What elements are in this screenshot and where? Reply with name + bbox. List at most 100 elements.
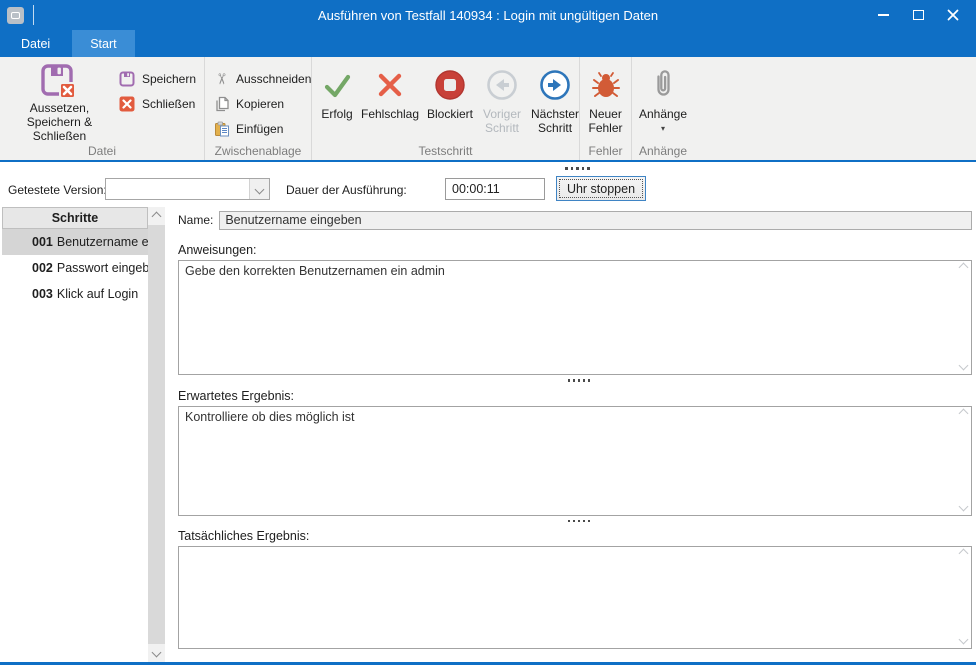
tested-version-label: Getestete Version:: [8, 183, 107, 197]
copy-label: Kopieren: [236, 97, 284, 111]
window-controls: [870, 4, 976, 26]
scroll-down-icon[interactable]: [152, 648, 162, 658]
minimize-button[interactable]: [870, 4, 896, 26]
save-icon: [119, 71, 136, 88]
splitter-grip-top[interactable]: [565, 167, 590, 170]
steps-column-header[interactable]: Schritte: [2, 207, 148, 229]
actual-result-textarea[interactable]: [178, 546, 972, 649]
paperclip-icon: [648, 63, 678, 107]
step-label: Klick auf Login: [57, 287, 138, 301]
ribbon-group-testschritt: Erfolg Fehlschlag Blockiert: [312, 57, 580, 160]
minimize-icon: [878, 14, 889, 16]
paste-button[interactable]: Einfügen: [209, 118, 315, 140]
group-label-anhaenge: Anhänge: [632, 144, 694, 158]
ribbon: Aussetzen, Speichern & Schließen Speiche…: [0, 57, 976, 162]
save-close-icon: [40, 63, 78, 101]
new-error-button[interactable]: Neuer Fehler: [584, 61, 627, 141]
chevron-down-icon: [255, 184, 265, 194]
close-ribbon-button[interactable]: Schließen: [115, 93, 200, 115]
scrollbar-thumb[interactable]: [148, 225, 165, 644]
ribbon-group-anhaenge: Anhänge ▾ Anhänge: [632, 57, 694, 160]
step-name-input[interactable]: [219, 211, 972, 230]
close-label: Schließen: [142, 97, 195, 111]
fail-label: Fehlschlag: [361, 107, 419, 121]
attachments-button[interactable]: Anhänge ▾: [636, 61, 690, 141]
step-number: 002: [32, 261, 53, 275]
new-error-label: Neuer Fehler: [584, 107, 627, 135]
paste-icon: [213, 121, 230, 138]
tab-start[interactable]: Start: [72, 30, 134, 57]
copy-icon: [213, 96, 230, 113]
group-label-datei: Datei: [0, 144, 204, 158]
suspend-save-close-button[interactable]: Aussetzen, Speichern & Schließen: [4, 61, 115, 141]
close-icon: [947, 9, 959, 21]
pass-label: Erfolg: [321, 107, 352, 121]
datei-small-buttons: Speichern Schließen: [115, 61, 200, 115]
save-label: Speichern: [142, 72, 196, 86]
fail-button[interactable]: Fehlschlag: [358, 61, 422, 141]
ribbon-group-fehler: Neuer Fehler Fehler: [580, 57, 632, 160]
main-area: Schritte 001 Benutzername eingeben 002 P…: [0, 207, 976, 662]
arrow-left-circle-icon: [486, 63, 518, 107]
name-label: Name:: [178, 213, 213, 227]
stop-clock-button[interactable]: Uhr stoppen: [556, 176, 646, 201]
previous-step-button[interactable]: Voriger Schritt: [478, 61, 526, 141]
step-number: 003: [32, 287, 53, 301]
expected-result-textarea[interactable]: [178, 406, 972, 516]
group-label-testschritt: Testschritt: [312, 144, 579, 158]
scroll-up-icon[interactable]: [152, 212, 162, 222]
actual-field-wrap: [178, 546, 972, 649]
splitter-grip-instructions[interactable]: [568, 379, 590, 382]
step-row-1[interactable]: 001 Benutzername eingeben: [2, 229, 148, 255]
step-label: Benutzername eingeben: [57, 235, 148, 249]
close-button[interactable]: [940, 4, 966, 26]
step-number: 001: [32, 235, 53, 249]
window-title: Ausführen von Testfall 140934 : Login mi…: [0, 8, 976, 23]
suspend-save-close-label: Aussetzen, Speichern & Schließen: [9, 101, 110, 143]
expected-field-wrap: [178, 406, 972, 516]
group-label-zwischenablage: Zwischenablage: [205, 144, 311, 158]
tab-datei[interactable]: Datei: [6, 30, 65, 57]
stop-icon: [434, 63, 466, 107]
group-label-fehler: Fehler: [580, 144, 631, 158]
step-row-2[interactable]: 002 Passwort eingeben: [2, 255, 148, 281]
actual-result-label: Tatsächliches Ergebnis:: [178, 529, 972, 543]
step-row-3[interactable]: 003 Klick auf Login: [2, 281, 148, 307]
ribbon-tabs: Datei Start: [0, 30, 976, 57]
duration-input[interactable]: [445, 178, 545, 200]
pass-button[interactable]: Erfolg: [316, 61, 358, 141]
maximize-icon: [913, 10, 924, 20]
x-icon: [375, 63, 405, 107]
instructions-textarea[interactable]: [178, 260, 972, 375]
blocked-button[interactable]: Blockiert: [422, 61, 478, 141]
steps-list: Schritte 001 Benutzername eingeben 002 P…: [2, 207, 148, 662]
maximize-button[interactable]: [905, 4, 931, 26]
copy-button[interactable]: Kopieren: [209, 93, 315, 115]
next-step-label: Nächster Schritt: [531, 107, 579, 135]
paste-label: Einfügen: [236, 122, 283, 136]
steps-scrollbar[interactable]: [148, 207, 165, 662]
bug-icon: [591, 63, 621, 107]
app-icon[interactable]: [7, 7, 24, 24]
expected-result-label: Erwartetes Ergebnis:: [178, 389, 972, 403]
tested-version-combobox[interactable]: [105, 178, 270, 200]
next-step-button[interactable]: Nächster Schritt: [526, 61, 584, 141]
test-run-window: Ausführen von Testfall 140934 : Login mi…: [0, 0, 976, 665]
attachments-label: Anhänge: [639, 107, 687, 121]
ribbon-group-datei: Aussetzen, Speichern & Schließen Speiche…: [0, 57, 205, 160]
scissors-icon: ✂: [213, 71, 230, 88]
step-detail-panel: Name: Anweisungen: Erwartetes Ergebnis: …: [165, 207, 976, 662]
duration-label: Dauer der Ausführung:: [286, 183, 407, 197]
cut-button[interactable]: ✂ Ausschneiden: [209, 68, 315, 90]
combobox-dropdown-button[interactable]: [249, 179, 269, 199]
arrow-right-circle-icon: [539, 63, 571, 107]
close-red-icon: [119, 96, 136, 113]
save-button[interactable]: Speichern: [115, 68, 200, 90]
titlebar-separator: [33, 5, 34, 25]
check-icon: [321, 63, 353, 107]
previous-step-label: Voriger Schritt: [483, 107, 521, 135]
steps-panel: Schritte 001 Benutzername eingeben 002 P…: [2, 207, 165, 662]
attachments-dropdown-icon[interactable]: ▾: [661, 125, 665, 133]
app-icon-glyph: [11, 12, 20, 19]
splitter-grip-expected[interactable]: [568, 520, 590, 523]
